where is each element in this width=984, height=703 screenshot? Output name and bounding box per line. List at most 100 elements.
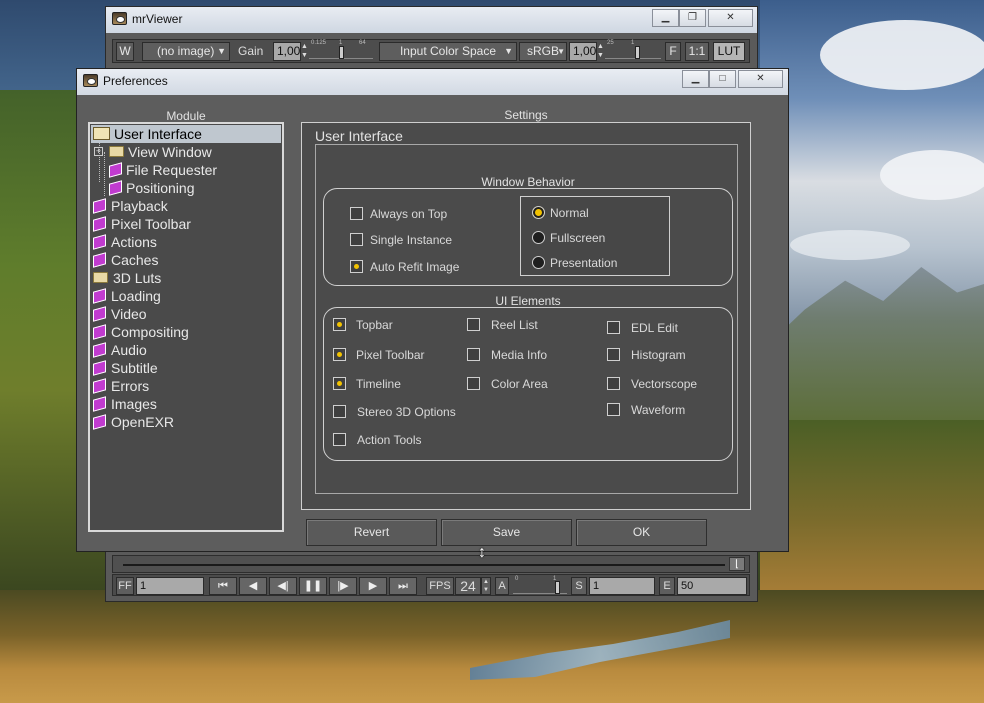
tree-item-label: Compositing: [111, 324, 189, 340]
edl-edit-checkbox[interactable]: [607, 321, 620, 334]
folder-icon: [109, 146, 124, 157]
w-button[interactable]: W: [116, 42, 134, 61]
ratio-button[interactable]: 1:1: [685, 42, 709, 61]
play-back-icon[interactable]: ◀|: [269, 577, 297, 595]
timeline-end-icon[interactable]: ⌊: [729, 557, 745, 571]
go-start-icon[interactable]: ⏮: [209, 577, 237, 595]
gamma-tick-min: 25: [607, 40, 614, 46]
revert-button[interactable]: Revert: [306, 519, 437, 546]
media-info-checkbox[interactable]: [467, 348, 480, 361]
tree-item-label: Video: [111, 306, 147, 322]
tree-item-label: Audio: [111, 342, 147, 358]
fps-input[interactable]: 24: [455, 577, 481, 595]
save-button[interactable]: Save: [441, 519, 572, 546]
pause-icon[interactable]: ❚❚: [299, 577, 327, 595]
expand-plus-icon[interactable]: +: [94, 147, 103, 156]
step-forward-icon[interactable]: ▶: [359, 577, 387, 595]
ok-button[interactable]: OK: [576, 519, 707, 546]
audio-slider[interactable]: 0 1: [513, 576, 567, 594]
go-end-icon[interactable]: ⏭: [389, 577, 417, 595]
minimize-button[interactable]: ▁: [652, 9, 679, 27]
reel-list-checkbox[interactable]: [467, 318, 480, 331]
always-on-top-checkbox[interactable]: [350, 207, 363, 220]
chevron-down-icon: ▼: [557, 47, 565, 56]
image-select-value: (no image): [157, 44, 215, 58]
timeline-slider[interactable]: ⌊: [112, 555, 750, 573]
image-select[interactable]: (no image) ▼: [142, 42, 230, 61]
action-tools-checkbox[interactable]: [333, 433, 346, 446]
gain-slider-knob[interactable]: [339, 46, 344, 59]
ui-elements-title: UI Elements: [495, 294, 561, 308]
auto-refit-image-label: Auto Refit Image: [370, 260, 460, 274]
waveform-checkbox[interactable]: [607, 403, 620, 416]
book-icon: [93, 342, 106, 358]
audio-tick-min: 0: [515, 576, 519, 582]
book-icon: [93, 396, 106, 412]
playback-bar: FF 1 ⏮ ◀ ◀| ❚❚ |▶ ▶ ⏭ FPS 24 ▲ ▼ A 0 1 S …: [112, 574, 750, 596]
auto-refit-image-checkbox[interactable]: [350, 260, 363, 273]
vectorscope-label: Vectorscope: [631, 377, 698, 391]
desktop-ground: [0, 590, 984, 703]
e-label: E: [659, 577, 675, 595]
timeline-track: [123, 564, 725, 566]
play-forward-icon[interactable]: |▶: [329, 577, 357, 595]
gain-tick-max: 64: [359, 40, 366, 46]
histogram-checkbox[interactable]: [607, 348, 620, 361]
s-label: S: [571, 577, 587, 595]
maximize-button[interactable]: □: [709, 70, 736, 88]
vectorscope-checkbox[interactable]: [607, 377, 620, 390]
gamma-input[interactable]: 1,00: [569, 42, 597, 61]
single-instance-checkbox[interactable]: [350, 233, 363, 246]
gamma-slider-knob[interactable]: [635, 46, 640, 59]
gamma-slider[interactable]: 25 1: [605, 40, 661, 59]
a-label: A: [495, 577, 509, 595]
output-space-select[interactable]: sRGB ▼: [519, 42, 567, 61]
restore-button[interactable]: ❐: [679, 9, 706, 27]
step-back-icon[interactable]: ◀: [239, 577, 267, 595]
timeline-label: Timeline: [356, 377, 401, 391]
audio-slider-knob[interactable]: [555, 581, 560, 594]
gain-slider[interactable]: 0.125 1 64: [309, 40, 373, 59]
preferences-window: Preferences ▁ □ ✕ Module Settings User I…: [76, 68, 789, 552]
fps-label: FPS: [426, 577, 454, 595]
gain-tick-min: 0.125: [311, 40, 327, 46]
book-icon: [93, 216, 106, 232]
lut-button[interactable]: LUT: [713, 42, 745, 61]
gamma-stepper-icon[interactable]: ▲ ▼: [597, 42, 604, 61]
timeline-checkbox[interactable]: [333, 377, 346, 390]
gain-stepper-icon[interactable]: ▲ ▼: [301, 42, 308, 61]
close-button[interactable]: ✕: [738, 70, 783, 88]
resize-cursor-icon: ↕: [478, 544, 486, 561]
tree-item-user-interface[interactable]: User Interface: [91, 125, 281, 143]
tree-item-label: OpenEXR: [111, 414, 175, 430]
pixel-toolbar-checkbox[interactable]: [333, 348, 346, 361]
fps-stepper-icon[interactable]: ▲ ▼: [481, 577, 491, 595]
app-eye-icon: [83, 74, 98, 87]
cloud: [790, 230, 910, 260]
tree-item-label: Playback: [111, 198, 168, 214]
cloud: [820, 20, 984, 90]
module-header: Module: [166, 109, 206, 123]
normal-radio[interactable]: [532, 206, 545, 219]
close-button[interactable]: ✕: [708, 9, 753, 27]
presentation-radio[interactable]: [532, 256, 545, 269]
start-frame-input[interactable]: 1: [589, 577, 655, 595]
frame-input[interactable]: 1: [136, 577, 204, 595]
stereo-3d-options-checkbox[interactable]: [333, 405, 346, 418]
f-button[interactable]: F: [665, 42, 681, 61]
viewer-titlebar[interactable]: mrViewer ▁ ❐ ✕: [106, 7, 757, 33]
color-area-checkbox[interactable]: [467, 377, 480, 390]
histogram-label: Histogram: [631, 348, 686, 362]
gain-input[interactable]: 1,00: [273, 42, 301, 61]
book-icon: [93, 360, 106, 376]
media-info-label: Media Info: [491, 348, 548, 362]
tree-item-label: 3D Luts: [113, 270, 162, 286]
preferences-titlebar[interactable]: Preferences ▁ □ ✕: [77, 69, 788, 95]
input-color-space-select[interactable]: Input Color Space ▼: [379, 42, 517, 61]
fullscreen-radio[interactable]: [532, 231, 545, 244]
end-frame-input[interactable]: 50: [677, 577, 747, 595]
topbar-checkbox[interactable]: [333, 318, 346, 331]
minimize-button[interactable]: ▁: [682, 70, 709, 88]
tree-item-label: File Requester: [126, 162, 218, 178]
chevron-down-icon: ▼: [217, 46, 226, 56]
